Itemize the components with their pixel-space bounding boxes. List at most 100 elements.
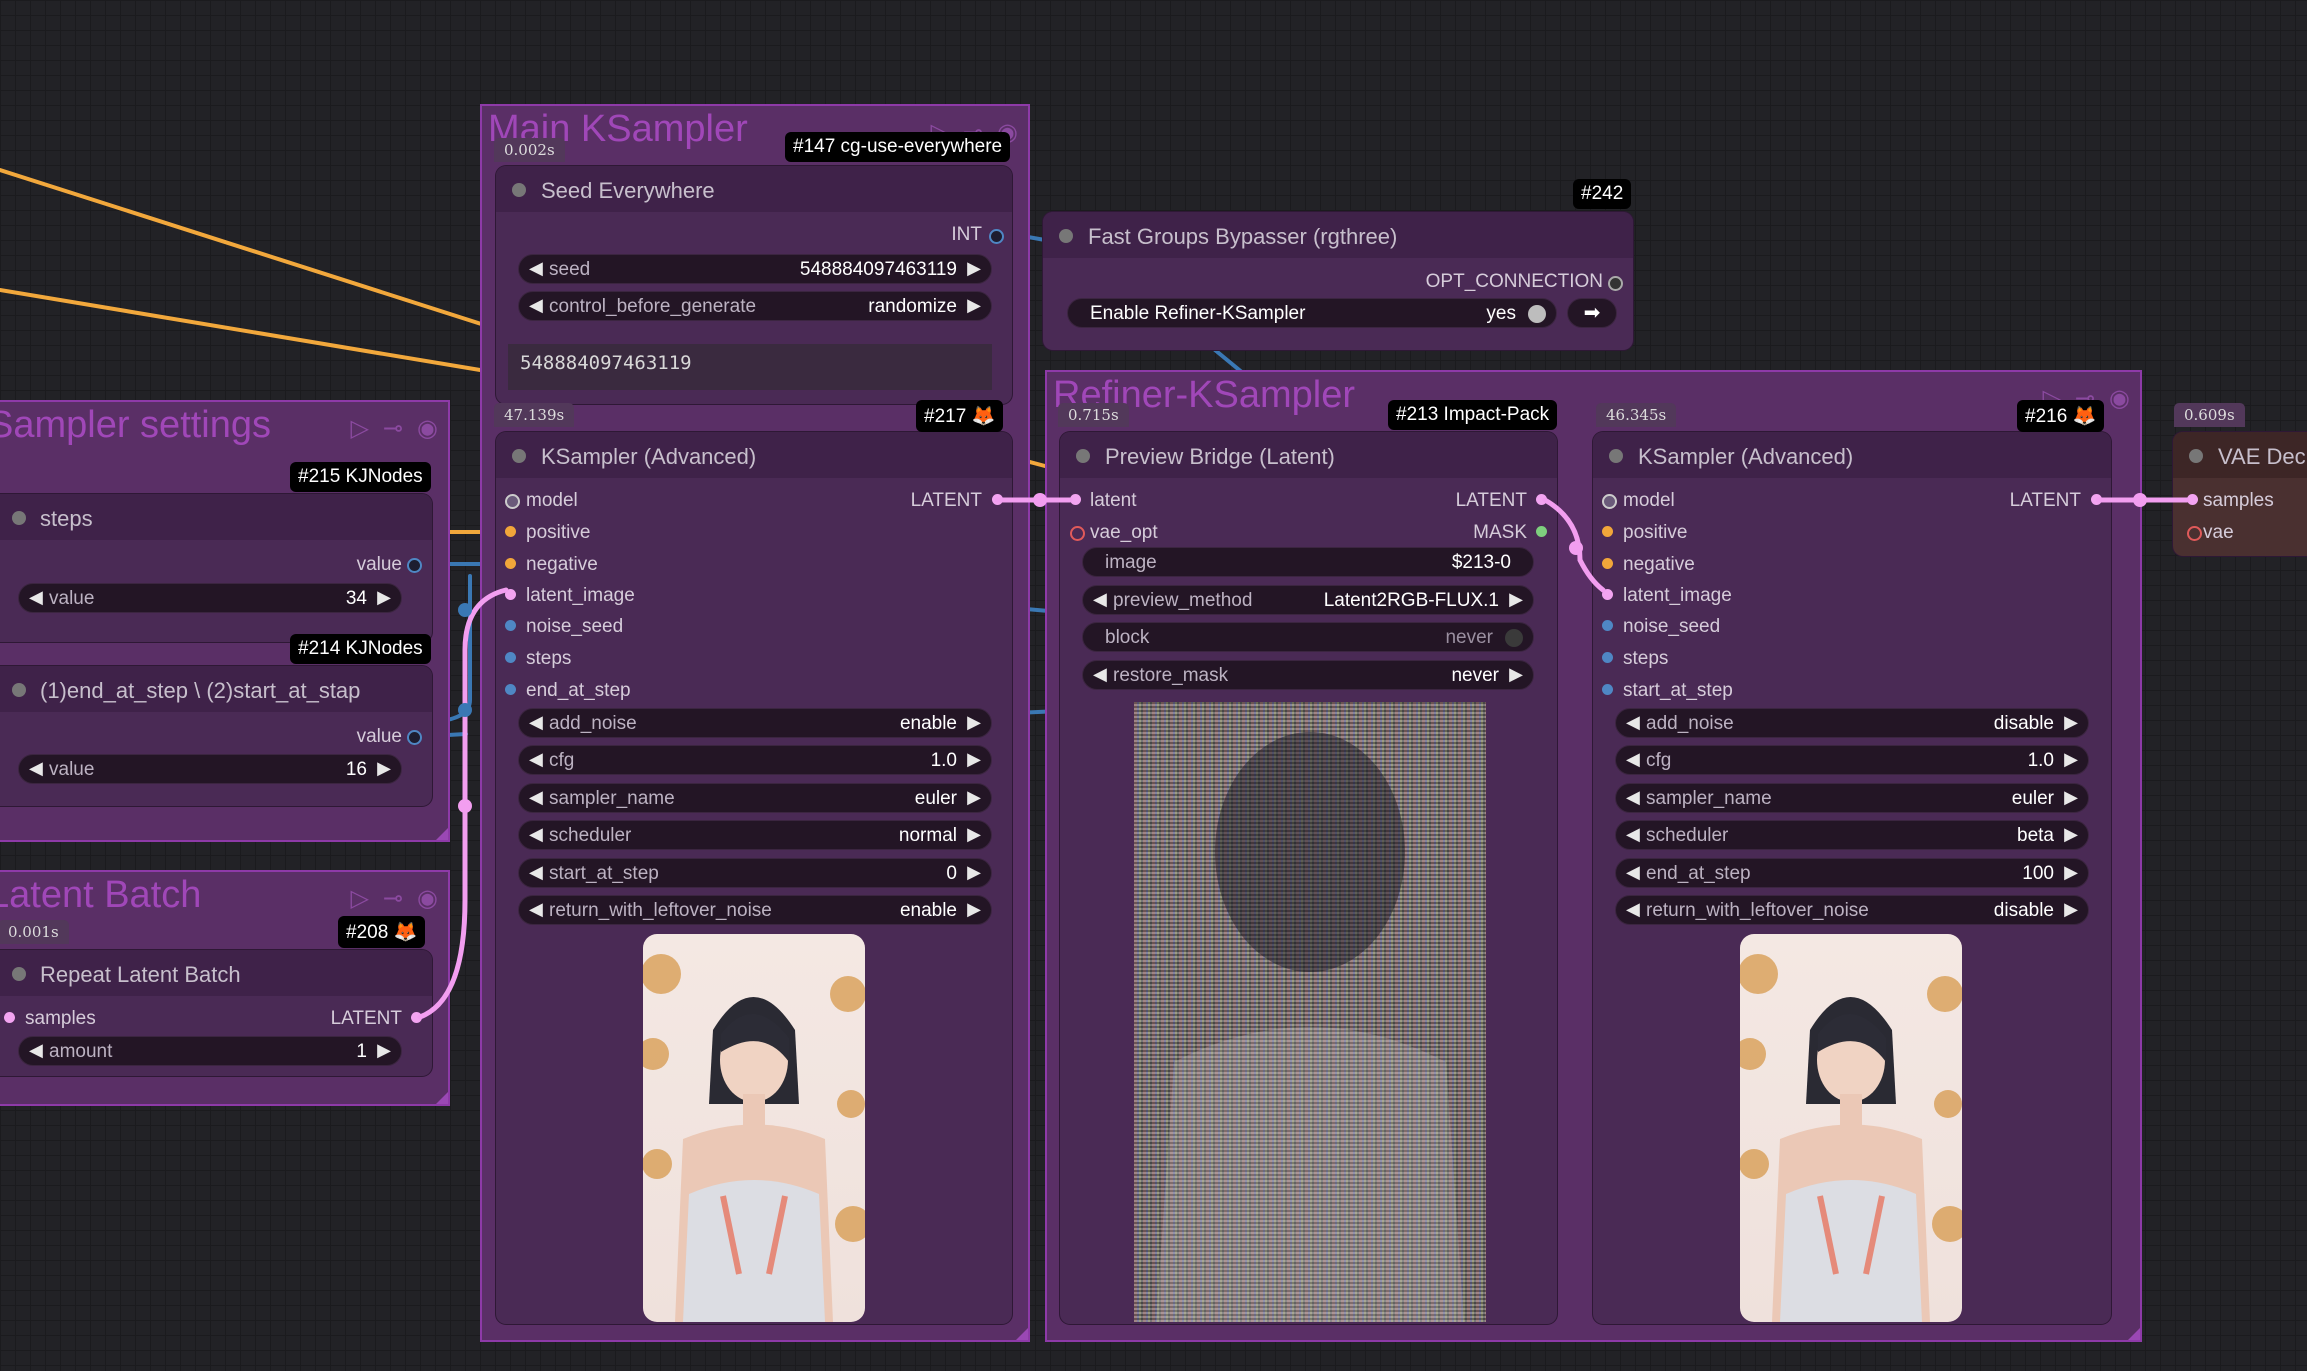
increment-arrow[interactable]: ▶ [2064, 862, 2078, 883]
eye-icon[interactable]: ◉ [2109, 384, 2130, 413]
increment-arrow[interactable]: ▶ [377, 1040, 391, 1061]
input-slot-negative[interactable] [1602, 558, 1613, 569]
increment-arrow[interactable]: ▶ [967, 899, 981, 920]
collapse-dot[interactable] [1059, 229, 1073, 243]
decrement-arrow[interactable]: ◀ [529, 258, 543, 279]
increment-arrow[interactable]: ▶ [1509, 664, 1523, 685]
collapse-dot[interactable] [12, 967, 26, 981]
link-icon[interactable]: ⊸ [383, 884, 403, 913]
output-slot[interactable] [1608, 276, 1623, 291]
increment-arrow[interactable]: ▶ [967, 824, 981, 845]
increment-arrow[interactable]: ▶ [2064, 749, 2078, 770]
image-widget[interactable]: image $213-0 [1082, 547, 1534, 577]
vae-decode-node[interactable]: VAE Dec samples vae [2173, 432, 2307, 556]
decrement-arrow[interactable]: ◀ [1626, 862, 1640, 883]
link-icon[interactable]: ⊸ [383, 414, 403, 443]
increment-arrow[interactable]: ▶ [2064, 899, 2078, 920]
seed-widget[interactable]: ◀ seed 548884097463119 ▶ [518, 254, 992, 284]
increment-arrow[interactable]: ▶ [2064, 824, 2078, 845]
increment-arrow[interactable]: ▶ [2064, 712, 2078, 733]
end-start-step-node[interactable]: (1)end_at_step \ (2)start_at_stap value … [0, 666, 432, 806]
end-step-value-widget[interactable]: ◀ value 16 ▶ [18, 754, 402, 784]
start-at-step-widget[interactable]: ◀ start_at_step 0 ▶ [518, 858, 992, 888]
increment-arrow[interactable]: ▶ [967, 295, 981, 316]
increment-arrow[interactable]: ▶ [377, 758, 391, 779]
preview-method-widget[interactable]: ◀ preview_method Latent2RGB-FLUX.1 ▶ [1082, 585, 1534, 615]
return-with-leftover-noise-widget[interactable]: ◀ return_with_leftover_noise enable ▶ [518, 895, 992, 925]
play-icon[interactable]: ▷ [350, 884, 368, 913]
output-int[interactable]: INT [951, 224, 982, 246]
sampler-name-widget[interactable]: ◀ sampler_name euler ▶ [518, 783, 992, 813]
decrement-arrow[interactable]: ◀ [1626, 824, 1640, 845]
output-opt-connection[interactable]: OPT_CONNECTION [1426, 271, 1603, 293]
decrement-arrow[interactable]: ◀ [529, 862, 543, 883]
node-header[interactable]: KSampler (Advanced) [496, 432, 1012, 478]
input-slot-steps[interactable] [1602, 652, 1613, 663]
play-icon[interactable]: ▷ [350, 414, 368, 443]
sampler-name-widget[interactable]: ◀ sampler_name euler ▶ [1615, 783, 2089, 813]
output-slot[interactable] [989, 229, 1004, 244]
input-slot-samples[interactable] [4, 1012, 15, 1023]
restore-mask-widget[interactable]: ◀ restore_mask never ▶ [1082, 660, 1534, 690]
input-slot-latent-image[interactable] [505, 589, 516, 600]
input-slot-steps[interactable] [505, 652, 516, 663]
block-toggle[interactable]: block never [1082, 622, 1534, 652]
fast-groups-bypasser-node[interactable]: Fast Groups Bypasser (rgthree) OPT_CONNE… [1043, 212, 1633, 350]
output-slot-value[interactable] [407, 558, 422, 573]
input-slot-vae[interactable] [2187, 526, 2202, 541]
repeat-latent-batch-node[interactable]: Repeat Latent Batch samples LATENT ◀ amo… [0, 950, 432, 1076]
input-slot-noise-seed[interactable] [505, 620, 516, 631]
amount-widget[interactable]: ◀ amount 1 ▶ [18, 1036, 402, 1066]
input-slot-positive[interactable] [1602, 526, 1613, 537]
eye-icon[interactable]: ◉ [417, 414, 438, 443]
input-slot-positive[interactable] [505, 526, 516, 537]
arrow-right-icon[interactable]: ➡ [1567, 298, 1617, 328]
decrement-arrow[interactable]: ◀ [29, 758, 43, 779]
node-header[interactable]: steps [0, 494, 432, 540]
input-slot-negative[interactable] [505, 558, 516, 569]
toggle-knob[interactable] [1505, 629, 1523, 647]
input-slot-end-at-step[interactable] [505, 684, 516, 695]
enable-refiner-toggle[interactable]: Enable Refiner-KSampler yes [1067, 298, 1557, 328]
increment-arrow[interactable]: ▶ [967, 749, 981, 770]
node-header[interactable]: Preview Bridge (Latent) [1060, 432, 1557, 478]
scheduler-widget[interactable]: ◀ scheduler normal ▶ [518, 820, 992, 850]
output-slot-latent[interactable] [992, 494, 1003, 505]
node-header[interactable]: VAE Dec [2173, 432, 2307, 478]
output-slot-latent[interactable] [411, 1012, 422, 1023]
decrement-arrow[interactable]: ◀ [1626, 899, 1640, 920]
decrement-arrow[interactable]: ◀ [529, 749, 543, 770]
increment-arrow[interactable]: ▶ [967, 258, 981, 279]
decrement-arrow[interactable]: ◀ [29, 587, 43, 608]
decrement-arrow[interactable]: ◀ [1626, 787, 1640, 808]
decrement-arrow[interactable]: ◀ [29, 1040, 43, 1061]
collapse-dot[interactable] [512, 449, 526, 463]
node-header[interactable]: KSampler (Advanced) [1593, 432, 2111, 478]
output-slot-value[interactable] [407, 730, 422, 745]
input-slot-latent[interactable] [1070, 494, 1081, 505]
collapse-dot[interactable] [12, 511, 26, 525]
collapse-dot[interactable] [1609, 449, 1623, 463]
node-header[interactable]: Repeat Latent Batch [0, 950, 432, 996]
decrement-arrow[interactable]: ◀ [529, 787, 543, 808]
node-header[interactable]: Seed Everywhere [496, 166, 1012, 212]
steps-value-widget[interactable]: ◀ value 34 ▶ [18, 583, 402, 613]
decrement-arrow[interactable]: ◀ [1093, 589, 1107, 610]
add-noise-widget[interactable]: ◀ add_noise enable ▶ [518, 708, 992, 738]
seed-everywhere-node[interactable]: Seed Everywhere INT ◀ seed 5488840974631… [496, 166, 1012, 404]
collapse-dot[interactable] [12, 683, 26, 697]
resize-handle[interactable] [2128, 1328, 2140, 1340]
decrement-arrow[interactable]: ◀ [1093, 664, 1107, 685]
input-slot-vae-opt[interactable] [1070, 526, 1085, 541]
input-slot-samples[interactable] [2187, 494, 2198, 505]
node-header[interactable]: Fast Groups Bypasser (rgthree) [1043, 212, 1633, 258]
add-noise-widget[interactable]: ◀ add_noise disable ▶ [1615, 708, 2089, 738]
input-slot-model[interactable] [505, 494, 520, 509]
input-slot-model[interactable] [1602, 494, 1617, 509]
node-header[interactable]: (1)end_at_step \ (2)start_at_stap [0, 666, 432, 712]
increment-arrow[interactable]: ▶ [1509, 589, 1523, 610]
collapse-dot[interactable] [1076, 449, 1090, 463]
increment-arrow[interactable]: ▶ [967, 787, 981, 808]
resize-handle[interactable] [436, 1092, 448, 1104]
output-slot-mask[interactable] [1536, 526, 1547, 537]
